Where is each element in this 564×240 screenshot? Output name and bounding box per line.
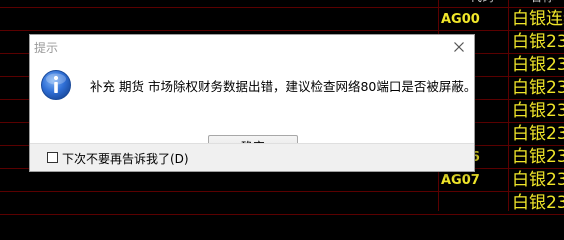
row-name: 白银2302 xyxy=(512,55,564,75)
dialog-message: 补充 期货 市场除权财务数据出错，建议检查网络80端口是否被屏蔽。 xyxy=(90,79,477,94)
row-code: AG00 xyxy=(441,12,480,27)
table-row xyxy=(0,0,564,8)
dialog-title: 提示 xyxy=(34,41,59,55)
dont-remind-checkbox[interactable] xyxy=(47,152,58,163)
row-name: 白银2308 xyxy=(512,193,564,213)
table-row[interactable]: AG07 白银2307 xyxy=(0,169,564,192)
row-code xyxy=(441,192,507,215)
row-name: 白银2304 xyxy=(512,101,564,121)
row-code: AG07 xyxy=(441,173,480,188)
dialog-body: 补充 期货 市场除权财务数据出错，建议检查网络80端口是否被屏蔽。 确定 xyxy=(30,59,477,159)
message-dialog: 提示 补充 期货 市场除权财务数据出错，建议检查网络80端口是否被屏蔽。 确定 xyxy=(29,34,477,172)
row-name: 白银2307 xyxy=(512,170,564,190)
row-name: 白银2303 xyxy=(512,78,564,98)
row-name: 白银2301 xyxy=(512,32,564,52)
row-name: 白银2306 xyxy=(512,147,564,167)
close-button[interactable] xyxy=(450,38,468,56)
dialog-footer: 下次不要再告诉我了(D) xyxy=(30,143,474,171)
row-name: 白银2305 xyxy=(512,124,564,144)
close-icon xyxy=(454,42,464,52)
table-row[interactable]: 白银2308 xyxy=(0,192,564,215)
dont-remind-label[interactable]: 下次不要再告诉我了(D) xyxy=(62,150,189,167)
dialog-titlebar[interactable]: 提示 xyxy=(30,35,474,59)
info-icon xyxy=(41,70,71,100)
table-row[interactable]: AG00 白银连续 xyxy=(0,8,564,31)
row-name: 白银连续 xyxy=(512,9,564,29)
